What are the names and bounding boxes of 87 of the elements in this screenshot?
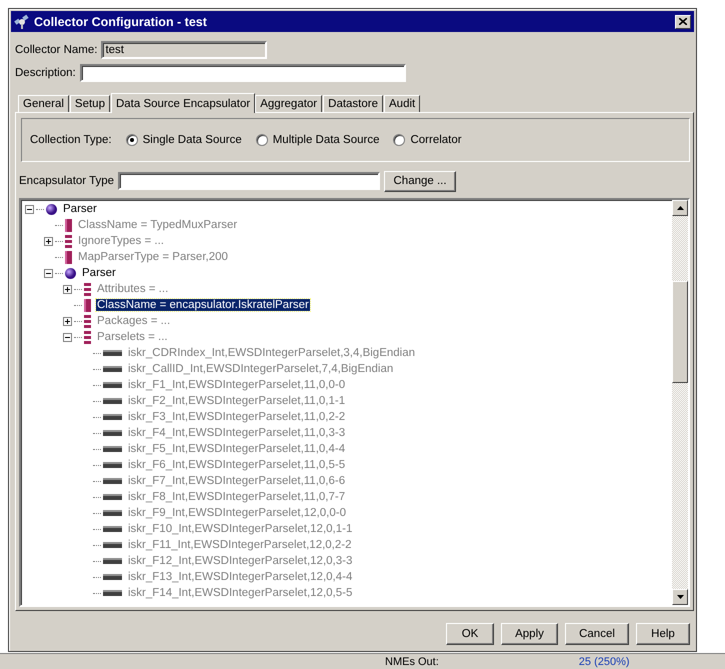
name-field[interactable]: test: [101, 41, 268, 59]
tab[interactable]: Datastore: [323, 95, 383, 112]
tree-item[interactable]: iskr_F9_Int,EWSDIntegerParselet,12,0,0-0: [127, 507, 347, 519]
satellite-icon: [14, 14, 30, 30]
dialog-button[interactable]: OK: [446, 623, 494, 645]
tree-item[interactable]: Parser: [81, 267, 117, 279]
dialog-button[interactable]: Help: [636, 623, 690, 645]
scroll-thumb[interactable]: [672, 281, 688, 383]
bar-icon: [65, 218, 72, 232]
encapsulator-field[interactable]: [118, 172, 380, 190]
stack-icon: [84, 330, 91, 344]
field-label: Collector Name:: [15, 44, 98, 56]
block-icon: [103, 558, 122, 564]
stack-icon: [84, 314, 91, 328]
block-icon: [103, 574, 122, 580]
tree-item[interactable]: ClassName = TypedMuxParser: [77, 219, 238, 231]
tree-item[interactable]: Attributes = ...: [96, 283, 170, 295]
stack-icon: [65, 234, 72, 248]
field-label: Encapsulator Type: [19, 175, 114, 187]
block-icon: [103, 350, 122, 356]
tab[interactable]: Aggregator: [255, 95, 322, 112]
dialog-button[interactable]: Apply: [501, 623, 558, 645]
stack-icon: [84, 282, 91, 296]
block-icon: [103, 430, 122, 436]
tree-item[interactable]: iskr_F13_Int,EWSDIntegerParselet,12,0,4-4: [127, 571, 354, 583]
close-icon: [679, 18, 687, 25]
close-button[interactable]: [675, 14, 691, 28]
tree-item[interactable]: iskr_F2_Int,EWSDIntegerParselet,11,0,1-1: [127, 395, 346, 407]
block-icon: [103, 462, 122, 468]
tree-item[interactable]: ClassName = encapsulator.IskratelParser: [96, 299, 310, 311]
block-icon: [103, 590, 122, 596]
radio-option[interactable]: Single Data Source: [126, 134, 242, 146]
block-icon: [103, 414, 122, 420]
block-icon: [103, 510, 122, 516]
radio-option[interactable]: Multiple Data Source: [256, 134, 380, 146]
tree-item[interactable]: iskr_F1_Int,EWSDIntegerParselet,11,0,0-0: [127, 379, 346, 391]
collapse-toggle[interactable]: [63, 332, 72, 342]
bar-icon: [65, 250, 72, 264]
expand-toggle[interactable]: [63, 316, 72, 326]
tree-item[interactable]: iskr_F11_Int,EWSDIntegerParselet,12,0,2-2: [127, 539, 353, 551]
tree-item[interactable]: iskr_F5_Int,EWSDIntegerParselet,11,0,4-4: [127, 443, 346, 455]
tree-item[interactable]: iskr_F6_Int,EWSDIntegerParselet,11,0,5-5: [127, 459, 346, 471]
tree-item[interactable]: iskr_F12_Int,EWSDIntegerParselet,12,0,3-3: [127, 555, 354, 567]
tree-item[interactable]: iskr_F8_Int,EWSDIntegerParselet,11,0,7-7: [127, 491, 346, 503]
block-icon: [103, 398, 122, 404]
tree-item[interactable]: iskr_CDRIndex_Int,EWSDIntegerParselet,3,4,BigEndian: [127, 347, 416, 359]
tree-item[interactable]: iskr_F3_Int,EWSDIntegerParselet,11,0,2-2: [127, 411, 346, 423]
block-icon: [103, 526, 122, 532]
dialog-button[interactable]: Cancel: [565, 623, 629, 645]
expand-toggle[interactable]: [44, 236, 53, 246]
block-icon: [103, 446, 122, 452]
tree-item[interactable]: iskr_F10_Int,EWSDIntegerParselet,12,0,1-1: [127, 523, 354, 535]
tree-item[interactable]: Packages = ...: [96, 315, 172, 327]
block-icon: [103, 494, 122, 500]
block-icon: [103, 478, 122, 484]
tree-item[interactable]: iskr_F14_Int,EWSDIntegerParselet,12,0,5-5: [127, 587, 354, 599]
window-title: Collector Configuration - test: [34, 14, 208, 28]
change-button[interactable]: Change ...: [384, 170, 456, 192]
tree-item[interactable]: Parselets = ...: [96, 331, 169, 343]
radio-option[interactable]: Correlator: [393, 134, 462, 146]
tree-item[interactable]: MapParserType = Parser,200: [77, 251, 229, 263]
block-icon: [103, 542, 122, 548]
sphere-icon: [65, 268, 76, 278]
collapse-toggle[interactable]: [25, 204, 34, 214]
field-label: Description:: [15, 67, 76, 79]
block-icon: [103, 366, 122, 372]
sphere-icon: [46, 204, 57, 214]
bar-icon: [84, 298, 91, 312]
tab[interactable]: Setup: [70, 95, 110, 112]
tab[interactable]: General: [18, 95, 69, 112]
block-icon: [103, 382, 122, 388]
tree-item[interactable]: iskr_F4_Int,EWSDIntegerParselet,11,0,3-3: [127, 427, 346, 439]
stat-label: NMEs Out:: [385, 656, 439, 668]
description-field[interactable]: [80, 64, 406, 82]
scroll-down-icon[interactable]: [672, 589, 688, 605]
tab[interactable]: Audit: [384, 95, 420, 112]
tab[interactable]: Data Source Encapsulator: [110, 93, 256, 113]
scrollbar[interactable]: [672, 200, 688, 605]
collapse-toggle[interactable]: [44, 268, 53, 278]
tree-item[interactable]: Parser: [62, 203, 98, 215]
tree-item[interactable]: iskr_F7_Int,EWSDIntegerParselet,11,0,6-6: [127, 475, 346, 487]
scroll-up-icon[interactable]: [672, 200, 688, 216]
tree-item[interactable]: iskr_CallID_Int,EWSDIntegerParselet,7,4,BigEndian: [127, 363, 394, 375]
expand-toggle[interactable]: [63, 284, 72, 294]
field-label: Collection Type:: [30, 134, 112, 146]
tree-item[interactable]: IgnoreTypes = ...: [77, 235, 165, 247]
stat-value: 25 (250%): [578, 656, 630, 668]
